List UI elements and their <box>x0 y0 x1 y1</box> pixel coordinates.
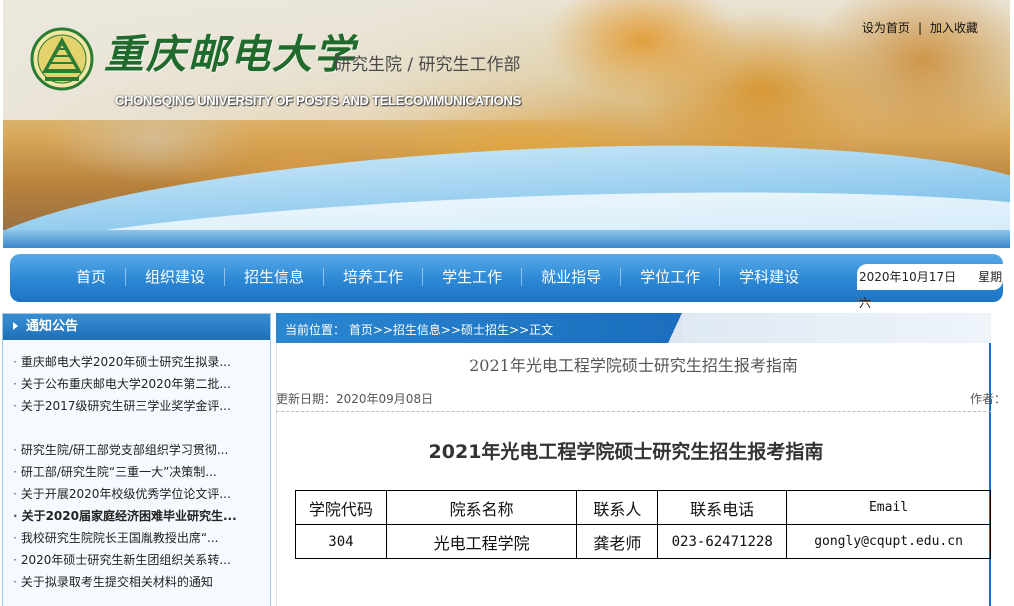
date-display: 2020年10月17日 星期六 <box>857 264 1003 310</box>
article-title: 2021年光电工程学院硕士研究生招生报考指南 <box>469 356 798 375</box>
breadcrumb-bar: 当前位置： 首页>>招生信息>>硕士招生>>正文 <box>276 313 991 343</box>
divider <box>276 411 991 412</box>
table-cell: 光电工程学院 <box>385 524 578 559</box>
nav-item-training[interactable]: 培养工作 <box>323 268 422 286</box>
table-row: 304 光电工程学院 龚老师 023-62471228 gongly@cqupt… <box>295 524 991 559</box>
school-name-cn: 重庆邮电大学 <box>104 31 356 78</box>
table-cell: 304 <box>295 524 387 559</box>
notice-panel: 通知公告 重庆邮电大学2020年硕士研究生拟录... 关于公布重庆邮电大学202… <box>2 313 271 606</box>
author-label: 作者： <box>970 392 1007 406</box>
nav-item-degree[interactable]: 学位工作 <box>620 268 719 286</box>
add-favorite-link[interactable]: 加入收藏 <box>930 21 978 35</box>
table-header-cell: 院系名称 <box>385 490 578 525</box>
university-logo <box>30 27 94 91</box>
notice-item[interactable]: 关于公布重庆邮电大学2020年第二批... <box>3 373 270 395</box>
top-links: 设为首页 | 加入收藏 <box>862 19 978 36</box>
notice-item[interactable]: 我校研究生院院长王国胤教授出席“... <box>3 527 270 549</box>
nav-item-employment[interactable]: 就业指导 <box>521 268 620 286</box>
current-date: 2020年10月17日 <box>859 270 957 284</box>
table-header-cell: 学院代码 <box>295 490 387 525</box>
nav-item-home[interactable]: 首页 <box>65 268 125 286</box>
nav-item-organization[interactable]: 组织建设 <box>125 268 224 286</box>
notice-item[interactable]: 关于拟录取考生提交相关材料的通知 <box>3 571 270 593</box>
nav-item-student-affairs[interactable]: 学生工作 <box>422 268 521 286</box>
notice-item[interactable]: 关于2017级研究生研三学业奖学金评... <box>3 395 270 417</box>
dept-name: 研究生院 / 研究生工作部 <box>334 55 521 75</box>
nav-item-discipline[interactable]: 学科建设 <box>719 268 818 286</box>
top-links-separator: | <box>917 21 922 35</box>
notice-item[interactable]: 研究生院/研工部党支部组织学习贯彻... <box>3 439 270 461</box>
notice-item[interactable]: 研工部/研究生院“三重一大”决策制... <box>3 461 270 483</box>
notice-item[interactable]: 重庆邮电大学2020年硕士研究生拟录... <box>3 351 270 373</box>
triangle-right-icon <box>13 322 18 330</box>
table-cell: 023-62471228 <box>657 524 788 559</box>
update-date: 更新日期：2020年09月08日 <box>276 392 434 406</box>
table-header-cell: Email <box>786 490 991 525</box>
notice-list: 重庆邮电大学2020年硕士研究生拟录... 关于公布重庆邮电大学2020年第二批… <box>3 340 270 593</box>
table-cell: gongly@cqupt.edu.cn <box>786 524 991 559</box>
notice-panel-title: 通知公告 <box>26 319 79 334</box>
notice-item[interactable]: 关于开展2020年校级优秀学位论文评... <box>3 483 270 505</box>
table-header-row: 学院代码 院系名称 联系人 联系电话 Email <box>295 490 991 525</box>
school-name-en: CHONGQING UNIVERSITY OF POSTS AND TELECO… <box>115 93 521 108</box>
notice-item[interactable]: 关于2020届家庭经济困难毕业研究生... <box>3 505 270 527</box>
table-header-cell: 联系电话 <box>657 490 788 525</box>
contact-table: 学院代码 院系名称 联系人 联系电话 Email 304 光电工程学院 龚老师 … <box>295 490 991 559</box>
breadcrumb: 当前位置： 首页>>招生信息>>硕士招生>>正文 <box>285 323 554 337</box>
article-frame <box>276 343 991 606</box>
set-home-link[interactable]: 设为首页 <box>862 21 910 35</box>
content-title: 2021年光电工程学院硕士研究生招生报考指南 <box>428 441 824 463</box>
table-header-cell: 联系人 <box>576 490 659 525</box>
main-nav: 首页 组织建设 招生信息 培养工作 学生工作 就业指导 学位工作 学科建设 <box>10 254 1003 302</box>
notice-panel-header: 通知公告 <box>3 314 270 340</box>
notice-item[interactable]: 2020年硕士研究生新生团组织关系转... <box>3 549 270 571</box>
table-cell: 龚老师 <box>576 524 659 559</box>
nav-item-admissions[interactable]: 招生信息 <box>224 268 323 286</box>
